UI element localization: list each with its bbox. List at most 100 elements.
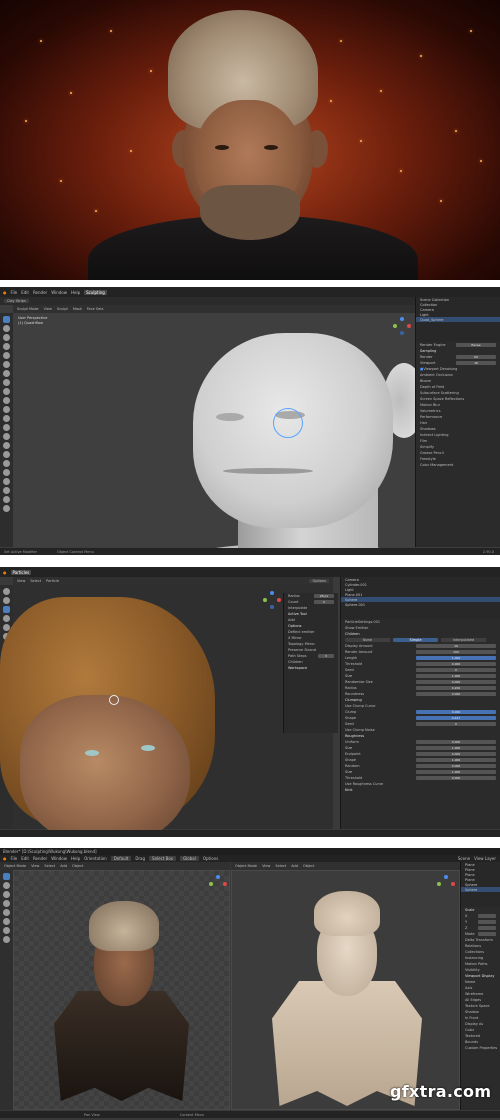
row-field[interactable]: 0.000 (416, 692, 496, 696)
smooth-icon[interactable] (3, 397, 10, 404)
row-field[interactable]: 0.000 (416, 662, 496, 666)
render-samples-field[interactable]: 64 (456, 355, 496, 359)
transform-icon[interactable] (3, 918, 10, 925)
navigation-gizmo[interactable] (209, 875, 227, 893)
blender-logo-icon[interactable]: ● (3, 290, 7, 295)
scale-icon[interactable] (3, 909, 10, 916)
nudge-icon[interactable] (3, 478, 10, 485)
menu-view[interactable]: View (262, 864, 270, 868)
layer-icon[interactable] (3, 361, 10, 368)
navigation-gizmo[interactable] (437, 875, 455, 893)
scrape-icon[interactable] (3, 424, 10, 431)
blender-logo-icon[interactable]: ● (3, 570, 7, 575)
scale-x-field[interactable] (478, 914, 496, 918)
annotate-icon[interactable] (3, 505, 10, 512)
blob-icon[interactable] (3, 379, 10, 386)
render-engine-select[interactable]: Eevee (456, 343, 496, 347)
flatten-icon[interactable] (3, 406, 10, 413)
outliner-item[interactable]: Sphere.001 (341, 602, 500, 607)
menu-file[interactable]: File (11, 856, 18, 861)
menu-window[interactable]: Window (51, 856, 67, 861)
draw-brush-icon[interactable] (3, 316, 10, 323)
menu-particle[interactable]: Particle (46, 579, 59, 583)
inflate-icon[interactable] (3, 370, 10, 377)
menu-help[interactable]: Help (71, 856, 80, 861)
smooth-icon[interactable] (3, 615, 10, 622)
menu-view[interactable]: View (44, 307, 52, 311)
menu-view[interactable]: View (17, 579, 25, 583)
count-field[interactable]: 2 (314, 600, 334, 604)
mode-select[interactable]: Object Mode (4, 864, 26, 868)
outliner-item-selected[interactable]: Quad_Sphere (416, 317, 500, 322)
default-dropdown[interactable]: Default (110, 856, 132, 861)
view-layer-label[interactable]: View Layer (474, 856, 496, 861)
fill-icon[interactable] (3, 415, 10, 422)
clay-strips-icon[interactable] (3, 343, 10, 350)
menu-face-sets[interactable]: Face Sets (87, 307, 104, 311)
scene-label[interactable]: Scene (458, 856, 470, 861)
rotate-icon[interactable] (3, 900, 10, 907)
menu-view[interactable]: View (31, 864, 39, 868)
scale-z-field[interactable] (478, 926, 496, 930)
menu-render[interactable]: Render (33, 856, 47, 861)
drag-label[interactable]: Drag (135, 856, 145, 861)
cursor-icon[interactable] (3, 882, 10, 889)
menu-object[interactable]: Object (303, 864, 314, 868)
row-field[interactable]: 0.000 (416, 680, 496, 684)
radius-field[interactable]: 28 px (314, 594, 334, 598)
custom-properties[interactable]: Custom Properties (461, 1045, 500, 1051)
clay-icon[interactable] (3, 334, 10, 341)
options-button[interactable]: Options (203, 856, 218, 861)
path-steps-field[interactable]: 3 (318, 654, 334, 658)
rotate-icon[interactable] (3, 487, 10, 494)
menu-file[interactable]: File (11, 290, 18, 295)
menu-add[interactable]: Add (60, 864, 67, 868)
row-field[interactable]: 0 (416, 722, 496, 726)
menu-select[interactable]: Select (44, 864, 55, 868)
snake-hook-icon[interactable] (3, 451, 10, 458)
row-field[interactable]: 1.000 (416, 758, 496, 762)
row-field[interactable]: 0.000 (416, 740, 496, 744)
options-button[interactable]: Options (309, 579, 329, 583)
measure-icon[interactable] (3, 936, 10, 943)
select-box[interactable]: Select Box (149, 856, 177, 861)
kink-header[interactable]: Kink (341, 787, 500, 793)
3d-viewport[interactable]: User Perspective (1) Quadriflow (13, 313, 425, 555)
workspace-header[interactable]: Workspace (284, 665, 338, 671)
blender-logo-icon[interactable]: ● (3, 856, 7, 861)
orientation-label[interactable]: Orientation (84, 856, 107, 861)
row-field[interactable]: 0.000 (416, 710, 496, 714)
menu-window[interactable]: Window (51, 290, 67, 295)
menu-edit[interactable]: Edit (21, 856, 29, 861)
right-viewport-solid[interactable] (231, 870, 460, 1110)
global-dropdown[interactable]: Global (180, 856, 199, 861)
menu-select[interactable]: Select (30, 579, 41, 583)
menu-select[interactable]: Select (275, 864, 286, 868)
mask-icon[interactable] (3, 496, 10, 503)
children-tab-none[interactable]: None (345, 638, 390, 642)
mode-select[interactable]: Sculpt Mode (17, 307, 39, 311)
navigation-gizmo[interactable] (263, 591, 281, 609)
menu-mask[interactable]: Mask (73, 307, 82, 311)
row-field[interactable]: 1.000 (416, 656, 496, 660)
menu-object[interactable]: Object (72, 864, 83, 868)
comb-icon[interactable] (3, 606, 10, 613)
row-field[interactable]: 1.000 (416, 674, 496, 678)
section-color-management[interactable]: Color Management (416, 462, 500, 468)
select-icon[interactable] (3, 588, 10, 595)
menu-render[interactable]: Render (33, 290, 47, 295)
row-field[interactable]: 100 (416, 650, 496, 654)
select-icon[interactable] (3, 873, 10, 880)
left-viewport-render[interactable] (13, 870, 230, 1110)
annotate-icon[interactable] (3, 927, 10, 934)
row-field[interactable]: 1.000 (416, 746, 496, 750)
navigation-gizmo[interactable] (393, 317, 411, 335)
brush-selector[interactable]: Clay Strips (4, 299, 29, 303)
menu-edit[interactable]: Edit (21, 290, 29, 295)
clay-thumb-icon[interactable] (3, 352, 10, 359)
mode-select[interactable]: Object Mode (235, 864, 257, 868)
outliner-item-selected[interactable]: Sphere (461, 887, 500, 892)
crease-icon[interactable] (3, 388, 10, 395)
row-field[interactable]: 0 (416, 668, 496, 672)
row-field[interactable]: 0.000 (416, 776, 496, 780)
